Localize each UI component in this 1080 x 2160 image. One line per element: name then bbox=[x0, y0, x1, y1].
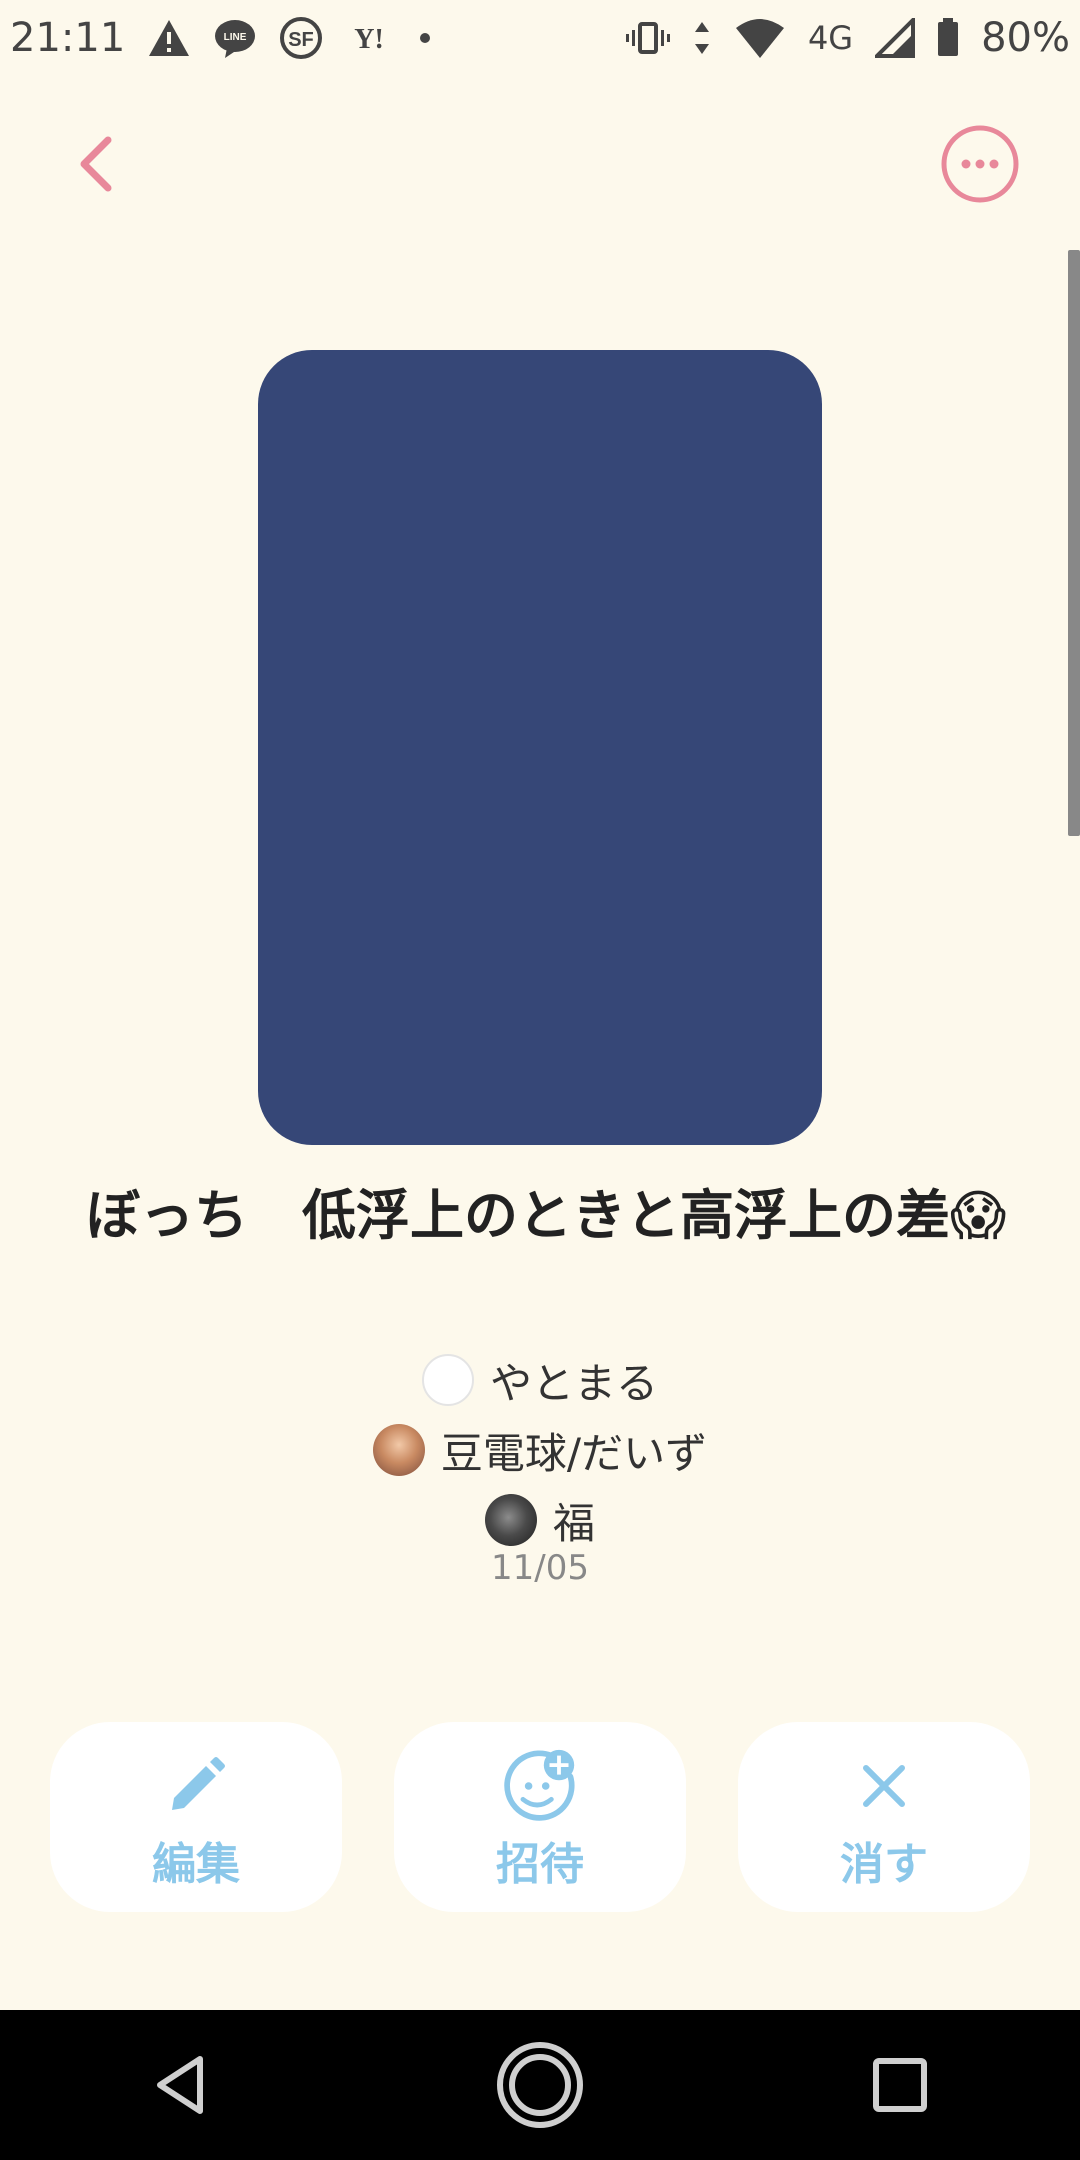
delete-button[interactable]: 消す bbox=[738, 1722, 1030, 1912]
status-bar-right: 4G 80% bbox=[625, 15, 1070, 61]
scrollbar[interactable] bbox=[1068, 250, 1080, 836]
status-bar: 21:11 LINE SF Y! 4G 80% bbox=[0, 0, 1080, 76]
member-list: やとまる 豆電球/だいず 福 bbox=[0, 1345, 1080, 1555]
data-arrows-icon bbox=[692, 18, 712, 58]
nav-recents-icon bbox=[873, 2058, 927, 2112]
status-bar-left: 21:11 LINE SF Y! bbox=[10, 15, 435, 61]
member-item[interactable]: 福 bbox=[0, 1485, 1080, 1555]
battery-level: 80% bbox=[981, 15, 1070, 61]
signal-icon bbox=[875, 18, 916, 58]
battery-icon bbox=[937, 18, 959, 58]
avatar bbox=[372, 1424, 425, 1476]
edit-button[interactable]: 編集 bbox=[50, 1722, 342, 1912]
action-bar: 編集 招待 消す bbox=[50, 1722, 1030, 1912]
invite-button[interactable]: 招待 bbox=[394, 1722, 686, 1912]
svg-text:LINE: LINE bbox=[224, 32, 247, 43]
cover-image[interactable] bbox=[258, 350, 822, 1145]
member-item[interactable]: 豆電球/だいず bbox=[0, 1415, 1080, 1485]
edit-label: 編集 bbox=[152, 1839, 240, 1890]
more-horizontal-icon bbox=[941, 125, 1019, 203]
top-bar bbox=[0, 120, 1080, 210]
member-name: 福 bbox=[552, 1498, 595, 1548]
line-icon: LINE bbox=[213, 18, 257, 58]
network-type: 4G bbox=[807, 19, 854, 57]
member-name: 豆電球/だいず bbox=[440, 1428, 708, 1478]
x-icon bbox=[846, 1748, 922, 1824]
smiley-plus-icon bbox=[502, 1748, 578, 1824]
back-button[interactable] bbox=[68, 132, 132, 196]
member-name: やとまる bbox=[489, 1358, 658, 1408]
invite-label: 招待 bbox=[496, 1839, 584, 1890]
nav-home-icon bbox=[497, 2042, 583, 2128]
vibrate-icon bbox=[625, 18, 670, 58]
page-title: ぼっち 低浮上のときと高浮上の差😱 bbox=[86, 1184, 1007, 1247]
avatar bbox=[484, 1494, 537, 1546]
svg-text:SF: SF bbox=[289, 29, 315, 51]
svg-text:Y!: Y! bbox=[355, 24, 385, 55]
chevron-left-icon bbox=[80, 136, 112, 192]
nav-recents-button[interactable] bbox=[845, 2030, 955, 2140]
sf-icon: SF bbox=[279, 16, 323, 60]
more-options-button[interactable] bbox=[940, 124, 1020, 204]
nav-home-button[interactable] bbox=[485, 2030, 595, 2140]
nav-back-icon bbox=[157, 2056, 203, 2114]
wifi-icon bbox=[734, 18, 786, 58]
nav-back-button[interactable] bbox=[125, 2030, 235, 2140]
delete-label: 消す bbox=[840, 1839, 928, 1890]
date-label: 11/05 bbox=[491, 1548, 589, 1588]
pencil-icon bbox=[158, 1748, 234, 1824]
status-time: 21:11 bbox=[10, 15, 126, 61]
system-nav-bar bbox=[0, 2010, 1080, 2160]
member-item[interactable]: やとまる bbox=[0, 1345, 1080, 1415]
yahoo-icon: Y! bbox=[345, 18, 393, 58]
avatar bbox=[421, 1354, 474, 1406]
warning-icon bbox=[147, 18, 191, 58]
dot-icon bbox=[415, 28, 435, 48]
